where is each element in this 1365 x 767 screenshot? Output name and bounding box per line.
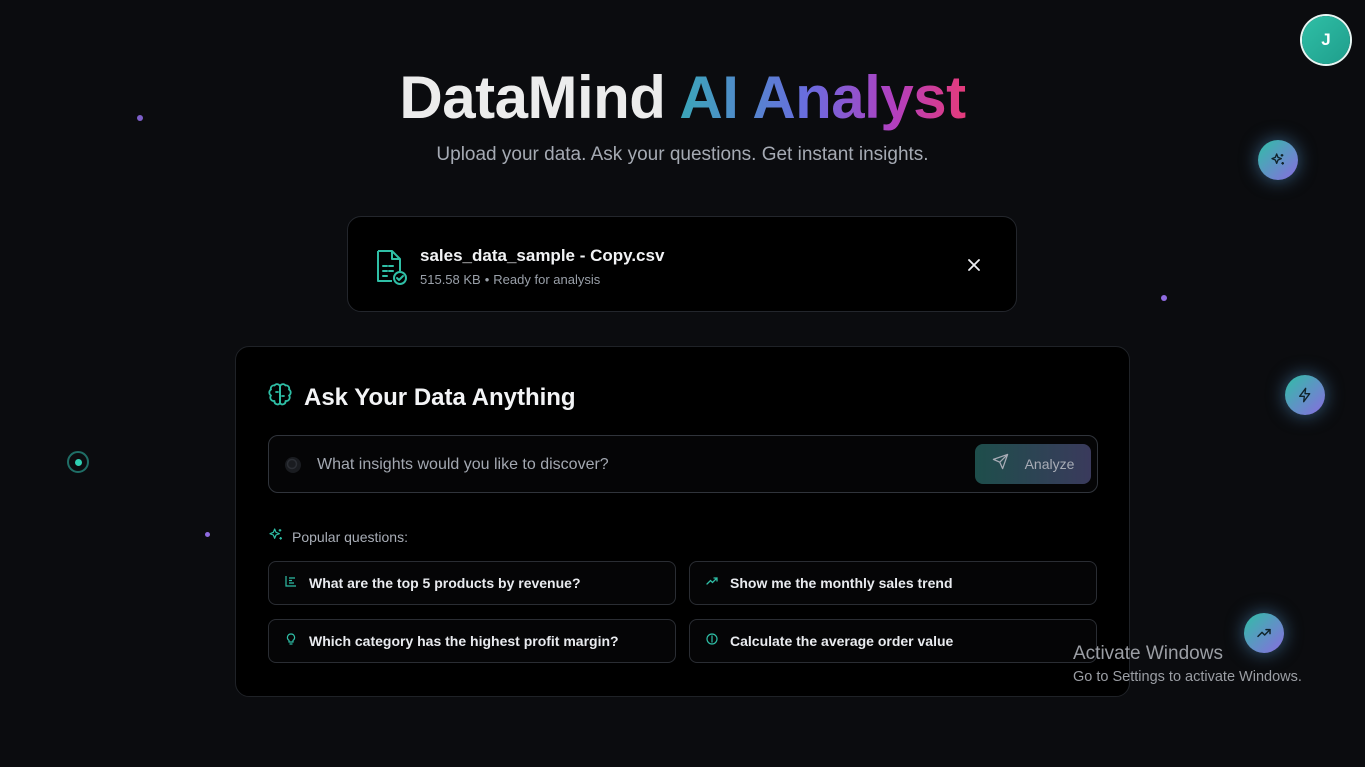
popular-question-1[interactable]: What are the top 5 products by revenue? [268,561,676,605]
question-text: Calculate the average order value [730,633,954,649]
decor-dot [1161,295,1167,301]
popular-question-2[interactable]: Show me the monthly sales trend [689,561,1097,605]
popular-questions-header: Popular questions: [268,527,408,546]
analyze-button[interactable]: Analyze [975,444,1091,484]
watermark-title: Activate Windows [1073,643,1223,664]
meta-separator: • [484,272,490,287]
popular-question-4[interactable]: Calculate the average order value [689,619,1097,663]
page-title: DataMind AI Analyst [0,62,1365,134]
brain-icon [268,383,292,412]
csv-file-icon [374,249,408,290]
windows-activation-watermark: Activate Windows Go to Settings to activ… [1073,643,1302,685]
bar-chart-icon [285,574,297,592]
question-search-box: Analyze [268,435,1098,493]
title-highlight: AI Analyst [679,64,966,131]
file-status: Ready for analysis [493,272,601,287]
watermark-subtitle: Go to Settings to activate Windows. [1073,669,1302,685]
uploaded-file-card: sales_data_sample - Copy.csv 515.58 KB • R… [347,216,1017,312]
file-name: sales_data_sample - Copy.csv [420,246,665,265]
dollar-icon [706,632,718,650]
question-text: Show me the monthly sales trend [730,575,953,591]
decor-dot [205,532,210,537]
analyze-label: Analyze [1024,456,1075,472]
popular-question-3[interactable]: Which category has the highest profit ma… [268,619,676,663]
lightning-icon [1285,375,1325,415]
file-size: 515.58 KB [420,272,481,287]
user-avatar[interactable]: J [1302,16,1350,64]
lightbulb-icon [285,632,297,650]
decor-ring [67,451,89,473]
ask-panel: Ask Your Data Anything Analyze Popular q… [235,346,1130,697]
search-icon [283,455,303,480]
remove-file-button[interactable] [964,255,984,275]
page-subtitle: Upload your data. Ask your questions. Ge… [436,144,929,165]
close-icon [968,259,980,271]
trending-up-icon [706,574,718,592]
popular-label: Popular questions: [292,528,408,545]
sparkles-icon [1258,140,1298,180]
question-input[interactable] [315,448,959,482]
sparkles-icon [268,527,284,546]
send-icon [992,453,1009,475]
question-text: Which category has the highest profit ma… [309,633,619,649]
file-meta: 515.58 KB • Ready for analysis [420,272,600,287]
question-text: What are the top 5 products by revenue? [309,575,581,591]
title-brand: DataMind [399,64,666,131]
panel-header: Ask Your Data Anything [268,383,576,412]
panel-title: Ask Your Data Anything [304,383,576,411]
